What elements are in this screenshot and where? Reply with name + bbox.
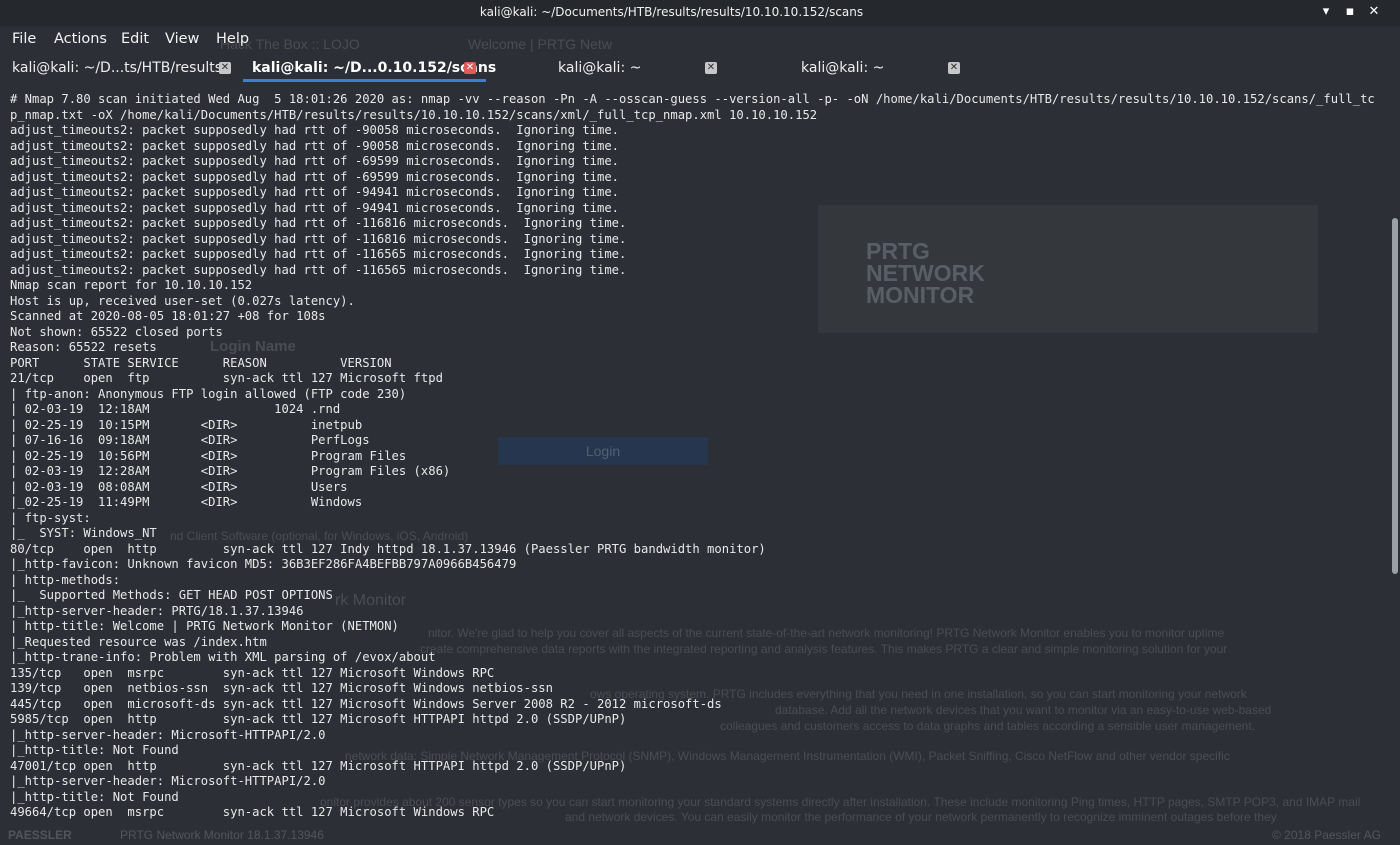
terminal-line: adjust_timeouts2: packet supposedly had …: [10, 138, 620, 153]
terminal-line: | http-title: Welcome | PRTG Network Mon…: [10, 619, 399, 633]
terminal-line: adjust_timeouts2: packet supposedly had …: [10, 200, 620, 215]
terminal-line: |_http-server-header: Microsoft-HTTPAPI/…: [10, 727, 326, 742]
terminal-line: 135/tcp open msrpc syn-ack ttl 127 Micro…: [10, 665, 495, 680]
terminal-line: Scanned at 2020-08-05 18:01:27 +08 for 1…: [10, 309, 326, 323]
close-icon[interactable]: ✕: [1366, 4, 1382, 20]
terminal-line: |_http-favicon: Unknown favicon MD5: 36B…: [10, 557, 517, 571]
terminal-line: |_02-25-19 11:49PM <DIR> Windows: [10, 495, 363, 509]
terminal-line: adjust_timeouts2: packet supposedly had …: [10, 169, 620, 184]
terminal-line: # Nmap 7.80 scan initiated Wed Aug 5 18:…: [10, 92, 1375, 122]
terminal-line: 80/tcp open http syn-ack ttl 127 Indy ht…: [10, 541, 766, 556]
tab-home-1[interactable]: kali@kali: ~ ✕: [486, 56, 729, 82]
terminal-line: | ftp-anon: Anonymous FTP login allowed …: [10, 386, 407, 401]
terminal-line: PORT STATE SERVICE REASON VERSION: [10, 355, 392, 370]
ghost-footer-brand: PAESSLER: [8, 828, 72, 842]
terminal-line: Not shown: 65522 closed ports: [10, 324, 223, 339]
terminal-line: |_Requested resource was /index.htm: [10, 634, 267, 649]
terminal-line: |_http-title: Not Found: [10, 743, 179, 757]
tab-close-icon[interactable]: ✕: [219, 62, 231, 74]
terminal-line: 47001/tcp open http syn-ack ttl 127 Micr…: [10, 758, 627, 773]
background-footer: PAESSLER PRTG Network Monitor 18.1.37.13…: [0, 827, 1400, 845]
terminal-line: |_http-server-header: Microsoft-HTTPAPI/…: [10, 774, 326, 788]
terminal-line: 445/tcp open microsoft-ds syn-ack ttl 12…: [10, 696, 722, 711]
terminal-line: |_http-title: Not Found: [10, 789, 179, 804]
terminal-scrollbar[interactable]: [1390, 92, 1400, 832]
menu-actions[interactable]: Actions: [54, 31, 107, 47]
terminal-line: | 02-25-19 10:56PM <DIR> Program Files: [10, 448, 407, 463]
terminal-tab-bar: kali@kali: ~/D...ts/HTB/results ✕ kali@k…: [0, 56, 1400, 82]
menu-file[interactable]: File: [12, 31, 36, 47]
terminal-line: | 02-03-19 08:08AM <DIR> Users: [10, 479, 348, 494]
tab-label: kali@kali: ~: [801, 60, 885, 76]
window-titlebar[interactable]: kali@kali: ~/Documents/HTB/results/resul…: [0, 0, 1400, 26]
tab-close-icon[interactable]: ✕: [948, 62, 960, 74]
terminal-line: | ftp-syst:: [10, 510, 91, 525]
active-tab-indicator: [243, 79, 486, 82]
terminal-line: adjust_timeouts2: packet supposedly had …: [10, 154, 620, 168]
terminal-line: 5985/tcp open http syn-ack ttl 127 Micro…: [10, 712, 627, 726]
terminal-line: adjust_timeouts2: packet supposedly had …: [10, 262, 627, 277]
terminal-view[interactable]: # Nmap 7.80 scan initiated Wed Aug 5 18:…: [0, 92, 1388, 832]
ghost-footer-version: PRTG Network Monitor 18.1.37.13946: [120, 828, 324, 842]
tab-label: kali@kali: ~/D...0.10.152/scans: [252, 60, 497, 76]
terminal-line: 21/tcp open ftp syn-ack ttl 127 Microsof…: [10, 371, 443, 385]
terminal-line: |_ SYST: Windows_NT: [10, 526, 157, 540]
terminal-line: | 02-25-19 10:15PM <DIR> inetpub: [10, 417, 363, 432]
tab-home-2[interactable]: kali@kali: ~ ✕: [729, 56, 972, 82]
maximize-icon[interactable]: ▪: [1342, 4, 1358, 20]
tab-label: kali@kali: ~: [558, 60, 642, 76]
terminal-output: # Nmap 7.80 scan initiated Wed Aug 5 18:…: [0, 92, 1380, 821]
terminal-line: adjust_timeouts2: packet supposedly had …: [10, 231, 627, 246]
menu-edit[interactable]: Edit: [121, 31, 149, 47]
terminal-line: adjust_timeouts2: packet supposedly had …: [10, 247, 627, 261]
terminal-line: |_http-server-header: PRTG/18.1.37.13946: [10, 603, 304, 618]
scrollbar-thumb[interactable]: [1392, 218, 1398, 574]
terminal-line: |_ Supported Methods: GET HEAD POST OPTI…: [10, 588, 333, 602]
terminal-line: Host is up, received user-set (0.027s la…: [10, 293, 355, 308]
terminal-line: adjust_timeouts2: packet supposedly had …: [10, 216, 627, 230]
tab-close-icon[interactable]: ✕: [464, 62, 476, 74]
minimize-icon[interactable]: ▾: [1318, 4, 1334, 20]
terminal-line: 139/tcp open netbios-ssn syn-ack ttl 127…: [10, 681, 553, 695]
terminal-line: | 07-16-16 09:18AM <DIR> PerfLogs: [10, 433, 370, 447]
tab-results[interactable]: kali@kali: ~/D...ts/HTB/results ✕: [0, 56, 243, 82]
terminal-line: 49664/tcp open msrpc syn-ack ttl 127 Mic…: [10, 805, 495, 819]
menu-view[interactable]: View: [165, 31, 199, 47]
menu-help[interactable]: Help: [216, 31, 249, 47]
menu-bar: File Actions Edit View Help: [0, 28, 1400, 52]
terminal-line: | 02-03-19 12:28AM <DIR> Program Files (…: [10, 464, 451, 478]
terminal-line: adjust_timeouts2: packet supposedly had …: [10, 123, 620, 137]
terminal-line: Reason: 65522 resets: [10, 340, 157, 354]
tab-label: kali@kali: ~/D...ts/HTB/results: [12, 60, 222, 76]
ghost-footer-copyright: © 2018 Paessler AG: [1272, 828, 1381, 842]
terminal-line: Nmap scan report for 10.10.10.152: [10, 278, 253, 292]
tab-close-icon[interactable]: ✕: [705, 62, 717, 74]
terminal-line: | 02-03-19 12:18AM 1024 .rnd: [10, 402, 341, 416]
terminal-line: |_http-trane-info: Problem with XML pars…: [10, 650, 436, 664]
terminal-line: | http-methods:: [10, 572, 121, 587]
terminal-line: adjust_timeouts2: packet supposedly had …: [10, 185, 620, 199]
window-title: kali@kali: ~/Documents/HTB/results/resul…: [479, 5, 864, 19]
